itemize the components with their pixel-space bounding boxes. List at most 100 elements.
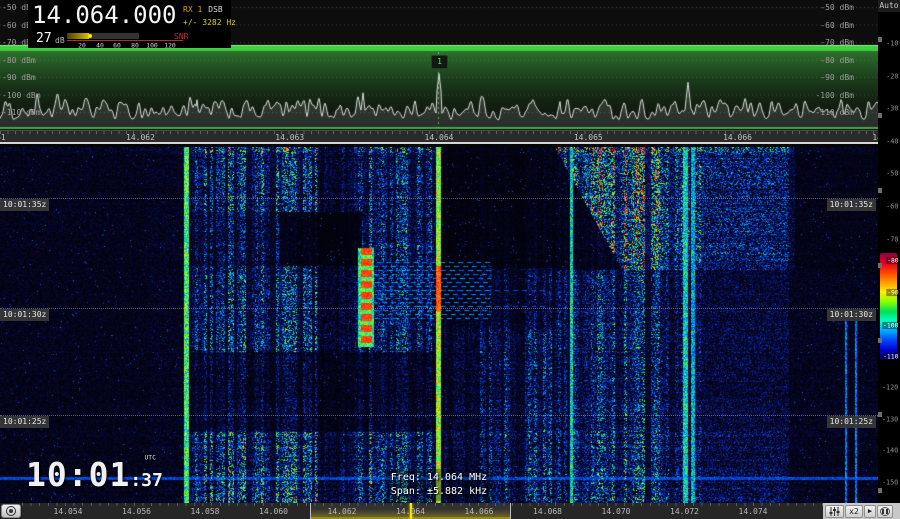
fullband-freq-label: 14.060 [259,507,288,516]
mixer-icon [829,507,840,516]
level-tick: -70 [886,235,898,243]
waterfall-separator [0,142,878,144]
fullband-freq-label: 14.074 [739,507,768,516]
fullband-freq-label: 14.064 [396,507,425,516]
timestamp-label-left: 10:01:25z [0,416,49,428]
fullband-frequency-ruler[interactable]: 14.054 14.056 14.058 14.060 14.062 14.064 14.0… [22,503,823,519]
spectrum-freq-label: 14.063 [275,133,304,142]
panel-edge-mark [878,488,882,493]
level-scale-panel: Auto -10-20-30-40-50-60-70-120-130-140-1… [878,0,900,503]
db-label-left: -100 dBm [2,91,41,100]
panel-edge-mark [878,338,882,343]
meter-scale-number: 60 [113,42,121,49]
db-label-left: -90 dBm [2,73,36,82]
db-label-right: -100 dBm [815,91,854,100]
zoom-toolbar: x2 ▶ [823,503,900,519]
level-scale-tick: -80 [886,257,899,264]
level-scale-tick: -100 [882,322,899,329]
clock-hours-minutes: 10:01 [26,455,130,494]
snr-meter-fill [67,33,89,39]
timestamp-label-right: 10:01:25z [827,416,876,428]
level-tick: -10 [886,40,898,48]
db-label-left: -80 dBm [2,56,36,65]
vfo-band-marker[interactable]: 1 [431,55,448,69]
level-tick: -120 [882,384,898,392]
timestamp-gridline [0,198,878,199]
pause-icon [880,507,890,516]
spectrum-freq-label: 14.061 [0,133,6,142]
fullband-freq-label: 14.056 [122,507,151,516]
level-tick: -40 [886,137,898,145]
level-tick: -140 [882,447,898,455]
waterfall-panel: 10:01:35z10:01:35z10:01:30z10:01:30z10:0… [0,147,878,503]
utc-clock: UTC 10:01:37 [26,455,163,494]
snr-meter-caption: SNR [174,32,188,41]
meter-scale-number: 120 [164,42,176,49]
level-tick: -50 [886,170,898,178]
fullband-scale-bar: 14.054 14.056 14.058 14.060 14.062 14.064 14.0… [0,503,900,519]
auto-range-button[interactable]: Auto [878,0,900,12]
timestamp-label-right: 10:01:30z [827,309,876,321]
meter-scale-number: 100 [146,42,158,49]
timestamp-gridline [0,308,878,309]
db-label-right: -50 dBm [820,3,854,12]
waterfall-color-scale[interactable] [880,253,897,360]
snr-meter-scale-line [67,40,183,41]
fullband-freq-label: 14.062 [328,507,357,516]
level-scale-tick: -90 [886,289,899,296]
panel-edge-mark [878,113,882,118]
level-tick: -20 [886,72,898,80]
zoom-x2-button[interactable]: x2 [845,505,863,518]
snr-meter-unit: dB [55,36,65,45]
vfo-panel: 14.064.000 RX 1DSB +/- 3282 Hz 27 dB 204… [28,0,231,48]
fullband-freq-label: 14.058 [191,507,220,516]
db-label-left: -110 dBm [2,108,41,117]
view-right-edge[interactable] [510,503,511,519]
fullband-freq-label: 14.070 [602,507,631,516]
db-label-right: -60 dBm [820,21,854,30]
passband-readout[interactable]: +/- 3282 Hz [183,18,236,27]
timestamp-label-left: 10:01:35z [0,199,49,211]
fullband-freq-label: 14.066 [465,507,494,516]
panel-edge-mark [878,188,882,193]
record-icon [6,506,16,516]
panel-edge-mark [878,37,882,42]
db-label-right: -70 dBm [820,38,854,47]
info-span: Span: ±5.882 kHz [391,486,487,497]
level-tick: -130 [882,415,898,423]
level-tick: -60 [886,203,898,211]
record-button[interactable] [1,504,21,518]
fullband-freq-label: 14.054 [54,507,83,516]
db-label-right: -90 dBm [820,73,854,82]
snr-meter-dot [88,34,92,38]
clock-timezone-label: UTC [144,454,156,461]
timestamp-label-right: 10:01:35z [827,199,876,211]
fullband-freq-label: 14.068 [533,507,562,516]
level-scale-tick: -110 [882,353,899,360]
level-tick: -150 [882,479,898,487]
sdr-application-window: -50 dBm -60 dBm -70 dBm -80 dBm -90 dBm -100 … [0,0,900,519]
mixer-settings-button[interactable] [825,505,844,518]
db-label-right: -80 dBm [820,56,854,65]
spectrum-freq-label: 14.064 [425,133,454,142]
frequency-readout[interactable]: 14.064.000 [32,1,177,29]
pause-button[interactable] [877,505,893,518]
snr-meter-value: 27 [36,31,52,46]
step-right-button[interactable]: ▶ [864,505,876,518]
spectrum-freq-label: 14.066 [723,133,752,142]
rx-mode-line: RX 1 DSB [183,5,223,14]
view-left-edge[interactable] [310,503,311,519]
db-label-right: -110 dBm [815,108,854,117]
spectrum-freq-label: 14.062 [126,133,155,142]
clock-seconds: :37 [130,470,163,491]
meter-scale-number: 80 [131,42,139,49]
timestamp-gridline [0,415,878,416]
rx-label: RX 1 [183,5,202,14]
info-freq: Freq: 14.064 MHz [391,472,487,483]
tuning-info-overlay: Freq: 14.064 MHz Span: ±5.882 kHz [385,469,493,501]
waterfall-display[interactable] [0,147,878,503]
fullband-freq-label: 14.072 [670,507,699,516]
panel-edge-mark [878,412,882,417]
mode-label[interactable]: DSB [208,5,222,14]
panel-edge-mark [878,263,882,268]
